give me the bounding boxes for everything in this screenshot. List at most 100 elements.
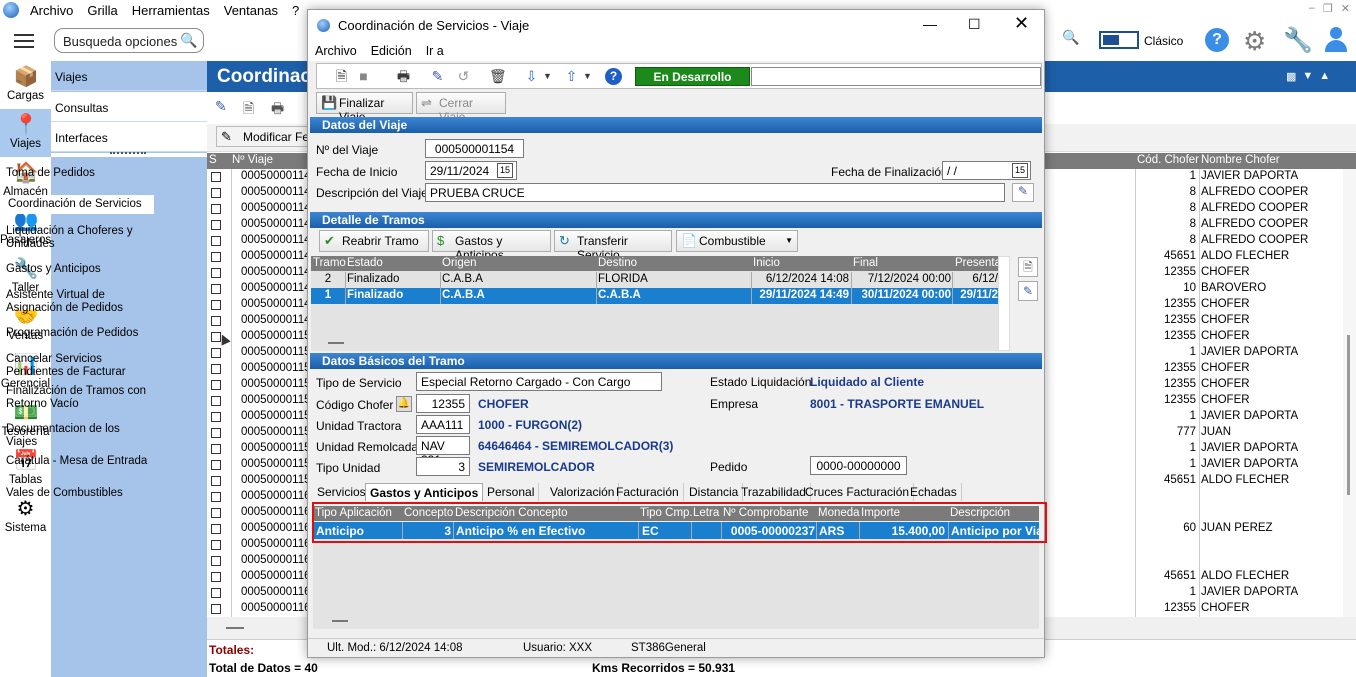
calendar-icon[interactable]: 15 (1012, 163, 1028, 178)
menu-grilla[interactable]: Grilla (80, 3, 124, 18)
menu-ventanas[interactable]: Ventanas (217, 3, 285, 18)
bg-hscroll-thumb[interactable] (226, 627, 244, 629)
row-checkbox[interactable] (211, 556, 221, 566)
submenu-item-7[interactable]: Finalización de Tramos con Retorno Vacío (6, 385, 152, 411)
nav-item-1[interactable]: 📍 Viajes (0, 109, 51, 157)
row-checkbox[interactable] (211, 252, 221, 262)
row-checkbox[interactable] (211, 588, 221, 598)
tab-0[interactable]: Servicios (313, 483, 371, 501)
menu-help[interactable]: ? (285, 3, 306, 18)
submenu-item-5[interactable]: Programación de Pedidos (6, 327, 152, 340)
row-checkbox[interactable] (211, 284, 221, 294)
col-tramo[interactable]: Tramo (313, 257, 346, 269)
submenu-viajes[interactable]: Viajes (51, 61, 207, 91)
row-checkbox[interactable] (211, 508, 221, 518)
col-cod-chofer[interactable]: Cód. Chofer (1137, 154, 1199, 166)
dialog-menu-ir-a[interactable]: Ir a (426, 44, 444, 58)
cerrar-viaje-button[interactable]: ⇌Cerrar Viaje (416, 92, 506, 124)
print-icon[interactable]: 🖶 (395, 68, 412, 85)
arrow-up-icon[interactable]: ⇧ (563, 68, 580, 85)
col-final[interactable]: Final (853, 257, 878, 269)
tab-5[interactable]: Distancia (685, 483, 744, 501)
arrow-up-icon[interactable]: ▲ (1319, 70, 1330, 83)
gastos-hscroll[interactable] (313, 613, 1039, 629)
col-s[interactable]: S (209, 154, 217, 166)
calendar-icon[interactable]: 15 (497, 163, 513, 178)
hamburger-menu-icon[interactable] (14, 34, 34, 48)
tramos-hscroll[interactable] (311, 335, 998, 351)
arrow-down-icon[interactable]: ⇩ (523, 68, 540, 85)
row-checkbox[interactable] (211, 220, 221, 230)
row-checkbox[interactable] (211, 428, 221, 438)
submenu-item-8[interactable]: Documentacion de los Viajes (6, 423, 152, 449)
user-icon[interactable] (1324, 27, 1348, 53)
edit-icon[interactable]: ✎ (1012, 183, 1034, 202)
col-origen[interactable]: Origen (442, 257, 477, 269)
edit-icon[interactable]: ✎ (1018, 281, 1038, 301)
close-icon[interactable]: ✕ (1341, 2, 1350, 15)
layout-icon[interactable]: ▩ (1286, 70, 1296, 83)
tab-7[interactable]: Cruces Facturación (801, 483, 915, 501)
new-doc-icon[interactable]: 🗎 (243, 98, 254, 122)
reabrir-tramo-button[interactable]: ✔ Reabrir Tramo (319, 230, 429, 252)
dialog-titlebar[interactable]: Coordinación de Servicios - Viaje — ☐ ✕ (308, 10, 1044, 41)
transferir-servicio-button[interactable]: ↻ Transferir Servicio (554, 230, 672, 262)
col-nombre-chofer[interactable]: Nombre Chofer (1201, 154, 1280, 166)
row-checkbox[interactable] (211, 444, 221, 454)
col-nro-viaje[interactable]: Nº Viaje (232, 154, 273, 166)
row-checkbox[interactable] (211, 172, 221, 182)
submenu-item-9[interactable]: Carátula - Mesa de Entrada (6, 455, 152, 468)
row-checkbox[interactable] (211, 236, 221, 246)
row-checkbox[interactable] (211, 364, 221, 374)
descripcion-field[interactable]: PRUEBA CRUCE (425, 183, 1005, 202)
unidad-remolcada-field[interactable]: NAV 331 (416, 436, 470, 467)
row-checkbox[interactable] (211, 300, 221, 310)
row-checkbox[interactable] (211, 460, 221, 470)
nav-item-9[interactable]: ⚙ Sistema (0, 493, 51, 541)
tab-4[interactable]: Facturación (612, 483, 684, 501)
row-checkbox[interactable] (211, 348, 221, 358)
minimize-icon[interactable]: – (1309, 2, 1315, 15)
submenu-item-2[interactable]: Liquidación a Choferes y Unidades (6, 225, 152, 251)
row-checkbox[interactable] (211, 316, 221, 326)
row-checkbox[interactable] (211, 204, 221, 214)
close-icon[interactable]: ✕ (1014, 13, 1029, 34)
search-icon[interactable]: 🔍 (1062, 29, 1079, 46)
chevron-down-icon[interactable]: ▼ (539, 68, 556, 85)
minimize-icon[interactable]: — (923, 16, 937, 32)
row-checkbox[interactable] (211, 572, 221, 582)
delete-icon[interactable]: 🗑 (489, 68, 507, 85)
submenu-item-10[interactable]: Vales de Combustibles (6, 487, 152, 500)
restore-icon[interactable]: ❐ (1323, 2, 1333, 15)
undo-icon[interactable]: ↺ (455, 68, 472, 85)
nro-viaje-field[interactable]: 000500001154 (425, 139, 524, 158)
modificar-button[interactable]: ✎ Modificar Fe (216, 126, 316, 147)
row-checkbox[interactable] (211, 476, 221, 486)
gastos-anticipos-button[interactable]: $ Gastos y Anticipos (432, 230, 551, 262)
save-icon[interactable]: ■ (355, 68, 372, 85)
tab-6[interactable]: Trazabilidad (737, 483, 811, 501)
chevron-down-icon[interactable]: ▼ (579, 68, 596, 85)
bell-icon[interactable]: 🔔 (396, 396, 412, 412)
codigo-chofer-field[interactable]: 12355 (416, 394, 470, 413)
table-row[interactable]: 1 Finalizado C.A.B.A C.A.B.A 29/11/2024 14:4… (311, 288, 998, 304)
tab-3[interactable]: Valorización (546, 483, 620, 501)
dialog-menu-edicion[interactable]: Edición (371, 44, 412, 58)
combustible-dropdown[interactable]: 📄 Combustible ▼ (676, 230, 798, 252)
tipo-servicio-field[interactable]: Especial Retorno Cargado - Con Cargo (416, 372, 662, 391)
row-checkbox[interactable] (211, 524, 221, 534)
nav-item-8[interactable]: 📅 Tablas (0, 445, 51, 493)
row-checkbox[interactable] (211, 492, 221, 502)
submenu-item-6[interactable]: Cancelar Servicios Pendientes de Factura… (6, 353, 152, 379)
menu-archivo[interactable]: Archivo (23, 3, 80, 18)
submenu-interfaces[interactable]: Interfaces (51, 122, 207, 152)
dialog-menu-archivo[interactable]: Archivo (315, 44, 357, 58)
submenu-item-1[interactable]: Coordinación de Servicios (4, 195, 154, 214)
tab-2[interactable]: Personal (483, 483, 540, 501)
row-checkbox[interactable] (211, 380, 221, 390)
row-checkbox[interactable] (211, 188, 221, 198)
bg-scroll-thumb[interactable] (1347, 335, 1350, 495)
row-checkbox[interactable] (211, 412, 221, 422)
tab-1[interactable]: Gastos y Anticipos (365, 483, 484, 501)
unidad-tractora-field[interactable]: AAA111 (416, 415, 470, 434)
